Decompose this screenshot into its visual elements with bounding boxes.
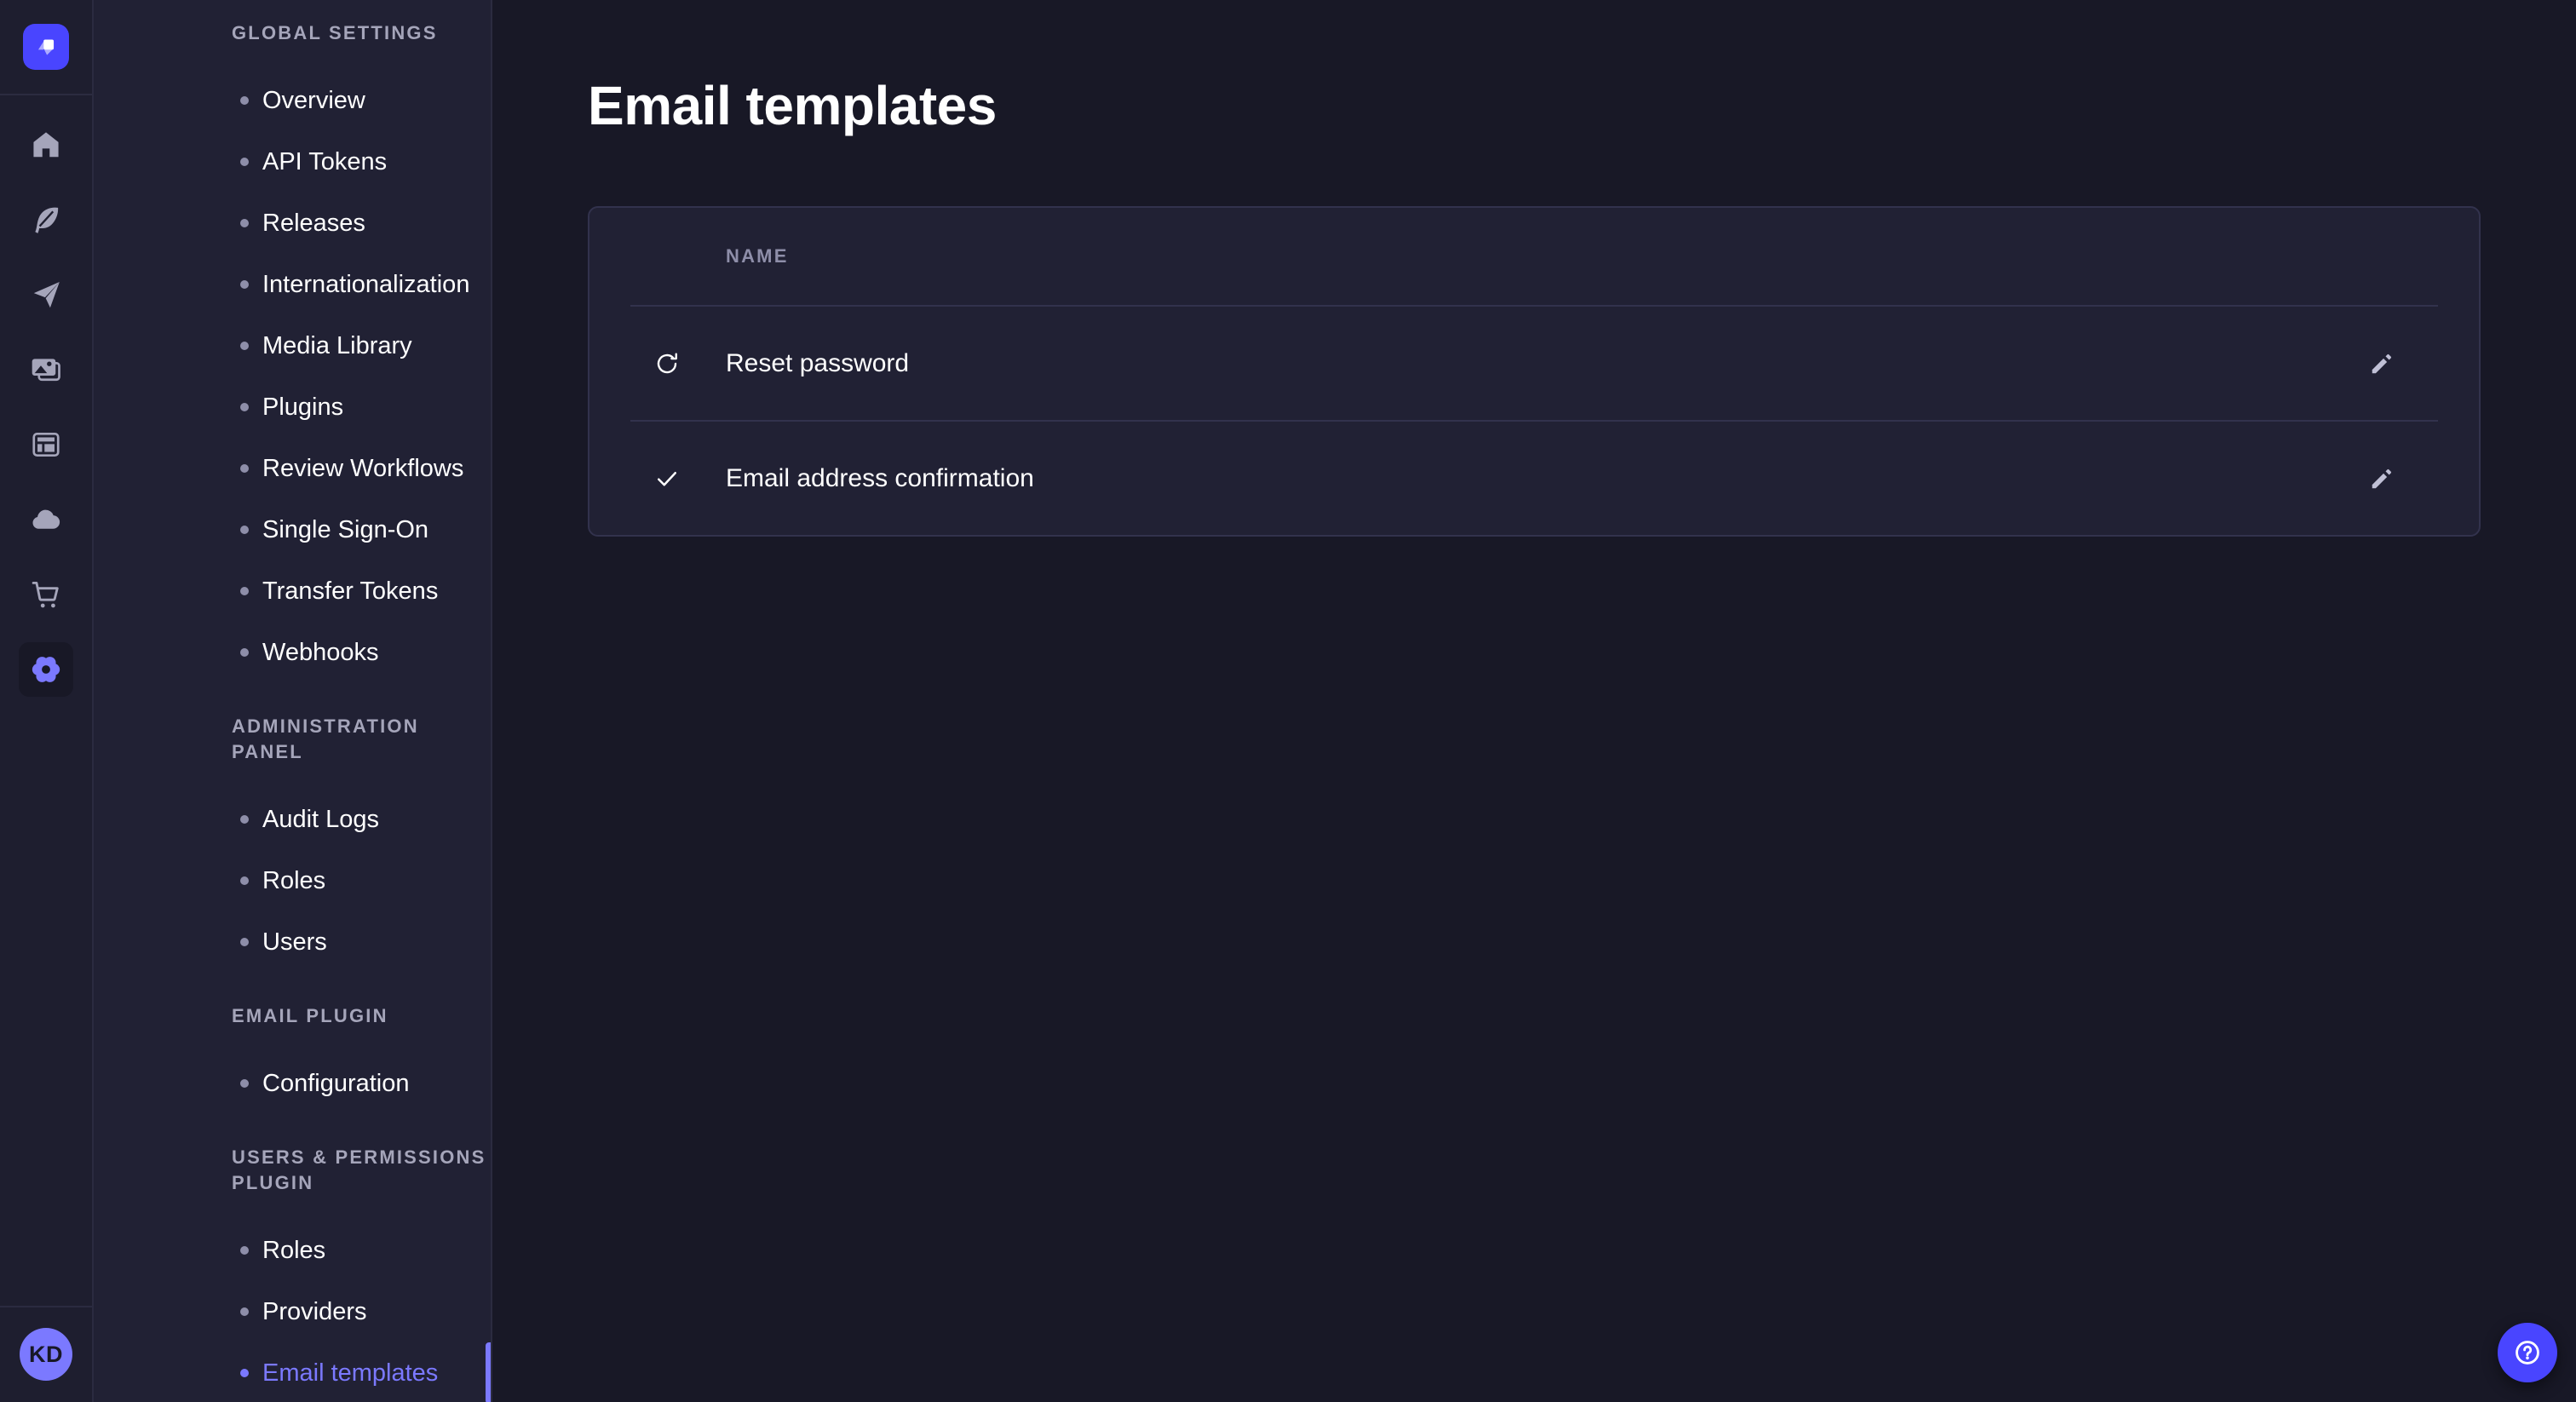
sidebar-item-label: Users (262, 928, 327, 957)
sidebar-item-transfer-tokens[interactable]: Transfer Tokens (94, 560, 491, 622)
bullet-icon (240, 1246, 249, 1255)
template-name: Email address confirmation (726, 464, 1034, 493)
question-mark-icon (2512, 1337, 2543, 1368)
sidebar-item-label: Single Sign-On (262, 516, 428, 544)
sidebar-item-media-library[interactable]: Media Library (94, 315, 491, 376)
sidebar-item-releases[interactable]: Releases (94, 192, 491, 254)
bullet-icon (240, 815, 249, 824)
sidebar-item-label: Media Library (262, 332, 412, 360)
cart-icon[interactable] (19, 567, 73, 622)
bullet-icon (240, 526, 249, 534)
main-nav-rail: KD (0, 0, 94, 1402)
section-label: USERS & PERMISSIONS PLUGIN (94, 1145, 491, 1196)
paper-plane-icon[interactable] (19, 267, 73, 322)
table-row-reset-password[interactable]: Reset password (589, 307, 2479, 420)
sidebar-item-api-tokens[interactable]: API Tokens (94, 131, 491, 192)
cloud-icon[interactable] (19, 492, 73, 547)
email-templates-table: NAME Reset password (588, 206, 2481, 537)
bullet-icon (240, 1307, 249, 1316)
pencil-icon[interactable] (2355, 451, 2409, 506)
sidebar-item-label: Configuration (262, 1070, 410, 1098)
sidebar-item-label: Roles (262, 867, 325, 895)
bullet-icon (240, 280, 249, 289)
bullet-icon (240, 938, 249, 946)
table-row-email-address-confirmation[interactable]: Email address confirmation (589, 422, 2479, 535)
bullet-icon (240, 96, 249, 105)
pencil-icon[interactable] (2355, 336, 2409, 391)
bullet-icon (240, 587, 249, 595)
main-content: Email templates NAME Reset password (492, 0, 2576, 1402)
sidebar-item-label: Plugins (262, 394, 343, 422)
sidebar-item-single-sign-on[interactable]: Single Sign-On (94, 499, 491, 560)
bullet-icon (240, 1079, 249, 1088)
sidebar-item-email-templates[interactable]: Email templates (94, 1342, 491, 1402)
help-button[interactable] (2498, 1323, 2557, 1382)
sidebar-item-label: Review Workflows (262, 455, 463, 483)
sidebar-item-label: Audit Logs (262, 806, 379, 834)
sidebar-item-up-roles[interactable]: Roles (94, 1220, 491, 1281)
sidebar-item-configuration[interactable]: Configuration (94, 1053, 491, 1114)
sidebar-item-plugins[interactable]: Plugins (94, 376, 491, 438)
sidebar-item-label: Providers (262, 1298, 367, 1326)
sidebar-section-users-permissions-plugin: USERS & PERMISSIONS PLUGIN Roles Provide… (94, 1145, 491, 1402)
sidebar-item-label: Email templates (262, 1359, 438, 1388)
page-title: Email templates (588, 75, 2481, 136)
sidebar-item-admin-roles[interactable]: Roles (94, 850, 491, 911)
sidebar-item-label: Overview (262, 87, 365, 115)
strapi-logo-glyph (32, 32, 60, 61)
bullet-icon (240, 464, 249, 473)
sidebar-item-label: Transfer Tokens (262, 577, 438, 606)
rail-divider-bottom (0, 1306, 92, 1307)
sidebar-section-administration-panel: ADMINISTRATION PANEL Audit Logs Roles Us… (94, 714, 491, 973)
sidebar-item-webhooks[interactable]: Webhooks (94, 622, 491, 683)
section-label: ADMINISTRATION PANEL (94, 714, 491, 765)
active-item-indicator (486, 1342, 491, 1402)
sidebar-item-users[interactable]: Users (94, 911, 491, 973)
bullet-icon (240, 876, 249, 885)
home-icon[interactable] (19, 118, 73, 172)
sidebar-item-internationalization[interactable]: Internationalization (94, 254, 491, 315)
refresh-icon (654, 351, 680, 376)
bullet-icon (240, 648, 249, 657)
sidebar-item-label: API Tokens (262, 148, 387, 176)
feather-icon[interactable] (19, 192, 73, 247)
settings-sidebar: GLOBAL SETTINGS Overview API Tokens Rele… (94, 0, 492, 1402)
column-header-name: NAME (726, 245, 789, 267)
sidebar-item-label: Webhooks (262, 639, 379, 667)
sidebar-item-review-workflows[interactable]: Review Workflows (94, 438, 491, 499)
section-label: EMAIL PLUGIN (94, 1003, 491, 1029)
section-label: GLOBAL SETTINGS (94, 20, 491, 46)
rail-divider-top (0, 94, 92, 95)
sidebar-item-audit-logs[interactable]: Audit Logs (94, 789, 491, 850)
avatar[interactable]: KD (20, 1328, 72, 1381)
bullet-icon (240, 158, 249, 166)
logo-container (0, 0, 92, 94)
sidebar-item-overview[interactable]: Overview (94, 70, 491, 131)
gear-icon[interactable] (19, 642, 73, 697)
table-header-row: NAME (589, 208, 2479, 305)
sidebar-section-global-settings: GLOBAL SETTINGS Overview API Tokens Rele… (94, 20, 491, 683)
template-name: Reset password (726, 349, 909, 378)
media-library-icon[interactable] (19, 342, 73, 397)
sidebar-section-email-plugin: EMAIL PLUGIN Configuration (94, 1003, 491, 1114)
layout-icon[interactable] (19, 417, 73, 472)
check-icon (654, 466, 680, 491)
rail-nav-items (19, 118, 73, 697)
bullet-icon (240, 219, 249, 227)
bullet-icon (240, 403, 249, 411)
sidebar-item-label: Releases (262, 210, 365, 238)
sidebar-item-label: Roles (262, 1237, 325, 1265)
strapi-logo-icon[interactable] (23, 24, 69, 70)
bullet-icon (240, 342, 249, 350)
bullet-icon (240, 1369, 249, 1377)
sidebar-item-label: Internationalization (262, 271, 469, 299)
sidebar-item-providers[interactable]: Providers (94, 1281, 491, 1342)
